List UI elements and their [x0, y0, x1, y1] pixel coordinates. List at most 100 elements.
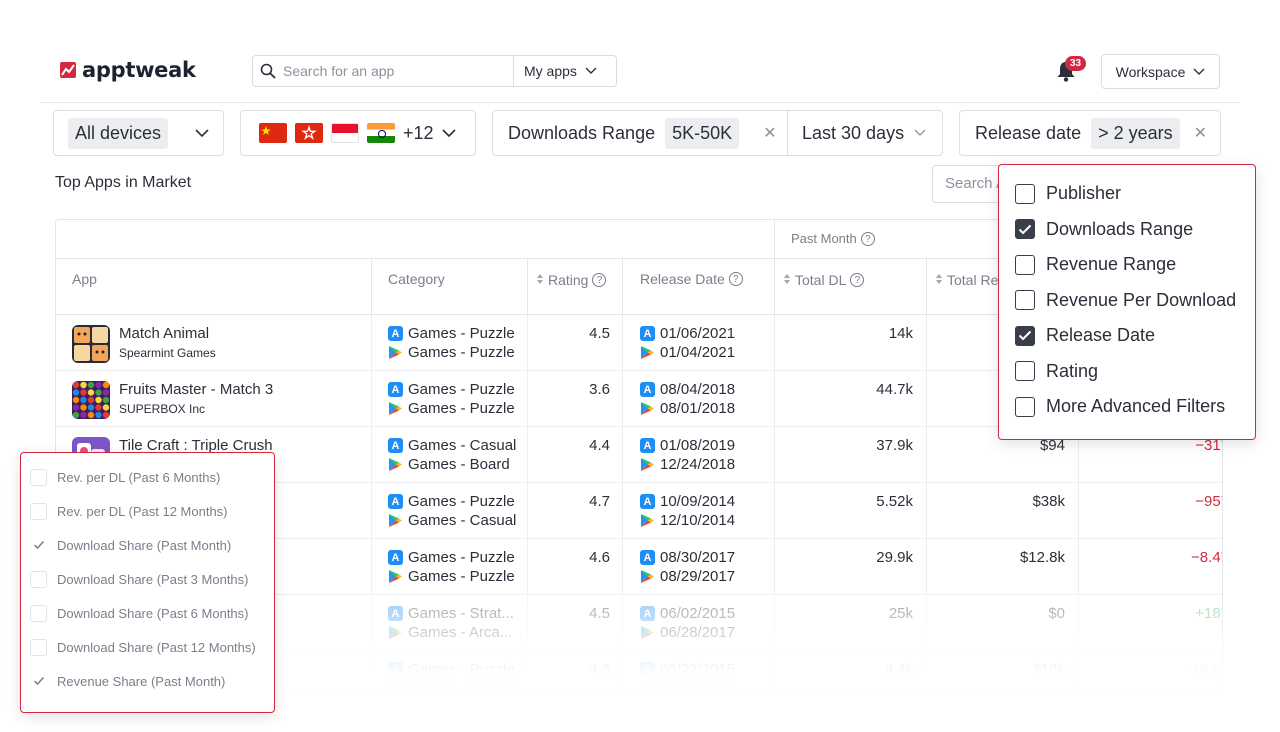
- col-header-app[interactable]: App: [72, 259, 362, 315]
- downloads-range-label: Downloads Range: [508, 122, 656, 143]
- play-category: Games - Puzzle: [388, 568, 515, 585]
- column-option[interactable]: Download Share (Past 6 Months): [21, 596, 274, 630]
- filter-option[interactable]: Publisher: [999, 176, 1255, 212]
- filter-option-label: Release Date: [1046, 325, 1156, 346]
- filter-option[interactable]: Downloads Range: [999, 212, 1255, 248]
- app-name[interactable]: Fruits Master - Match 3: [119, 381, 273, 398]
- help-icon[interactable]: ?: [592, 273, 607, 287]
- app-store-icon: A: [640, 494, 655, 509]
- logo-chart-icon: [60, 62, 76, 78]
- filter-option[interactable]: Release Date: [999, 318, 1255, 354]
- apptweak-logo[interactable]: apptweak: [60, 58, 196, 82]
- checkmark-icon[interactable]: [30, 673, 47, 690]
- release-date-cell: A 08/04/2018 08/01/2018: [622, 371, 774, 427]
- checkbox-icon[interactable]: [30, 638, 47, 656]
- help-icon[interactable]: ?: [860, 232, 875, 246]
- filter-option-label: Downloads Range: [1046, 218, 1194, 239]
- col-header-total-dl[interactable]: Total DL ?: [774, 259, 926, 315]
- column-option[interactable]: Rev. per DL (Past 12 Months): [21, 494, 274, 528]
- col-header-release-date[interactable]: Release Date ?: [622, 259, 774, 315]
- sort-icon: [536, 272, 544, 288]
- play-release-text: 08/29/2017: [660, 568, 736, 585]
- checkbox-icon[interactable]: [30, 570, 47, 588]
- app-name[interactable]: Match Animal: [119, 325, 209, 342]
- category-cell: A Games - Casual Games - Board: [371, 427, 527, 483]
- total-dl-value: 25k: [888, 605, 913, 622]
- workspace-dropdown[interactable]: Workspace: [1101, 54, 1220, 89]
- checkbox-icon[interactable]: [1015, 183, 1035, 204]
- google-play-icon: [641, 626, 654, 639]
- column-option-label: Rev. per DL (Past 12 Months): [57, 503, 228, 519]
- checkbox-icon[interactable]: [1015, 361, 1035, 382]
- app-publisher: Spearmint Games: [119, 346, 216, 360]
- play-category: Games - Puzzle: [388, 680, 515, 688]
- play-category: Games - Arca...: [388, 624, 512, 641]
- total-dl-value: 44.7k: [876, 381, 913, 398]
- col-header-total-rev-label: Total Rev: [947, 272, 1006, 288]
- total-dl-cell: 9.4k: [774, 651, 926, 688]
- column-option[interactable]: Download Share (Past 3 Months): [21, 562, 274, 596]
- clear-downloads-range-icon[interactable]: ✕: [763, 123, 776, 143]
- filter-option[interactable]: Revenue Range: [999, 247, 1255, 283]
- checkbox-icon[interactable]: [1015, 254, 1035, 275]
- rating-value: 4.4: [589, 437, 610, 454]
- filter-option[interactable]: More Advanced Filters: [999, 389, 1255, 425]
- device-filter[interactable]: All devices: [53, 110, 224, 156]
- ios-category-text: Games - Puzzle: [408, 325, 515, 342]
- app-store-icon: A: [388, 550, 403, 565]
- total-dl-value: 29.9k: [876, 549, 913, 566]
- column-group-divider: [774, 220, 775, 259]
- col-header-total-dl-label: Total DL: [795, 272, 847, 288]
- col-header-rating[interactable]: Rating ?: [527, 259, 622, 315]
- country-filter[interactable]: +12: [240, 110, 476, 156]
- search-icon: [253, 63, 283, 79]
- ios-category-text: Games - Puzzle: [408, 549, 515, 566]
- help-icon[interactable]: ?: [728, 272, 743, 286]
- column-option[interactable]: Download Share (Past 12 Months): [21, 630, 274, 664]
- column-selector-menu: Rev. per DL (Past 6 Months) Rev. per DL (…: [20, 452, 275, 713]
- filter-option[interactable]: Revenue Per Download: [999, 283, 1255, 319]
- play-release-text: 06/28/2017: [660, 624, 736, 641]
- total-rev-cell: $38k: [926, 483, 1078, 539]
- play-release: 12/10/2014: [640, 512, 735, 529]
- google-play-icon: [641, 402, 654, 415]
- checkbox-icon[interactable]: [30, 502, 47, 520]
- period-dropdown[interactable]: Last 30 days: [788, 123, 926, 144]
- checkbox-icon[interactable]: [30, 468, 47, 486]
- search-input[interactable]: [283, 63, 513, 79]
- checkmark-icon[interactable]: [30, 537, 47, 554]
- help-icon[interactable]: ?: [850, 273, 865, 287]
- rating-value: 4.7: [589, 493, 610, 510]
- release-date-filter[interactable]: Release date > 2 years ✕: [959, 110, 1221, 156]
- app-store-icon: A: [640, 438, 655, 453]
- search-scope-dropdown[interactable]: My apps: [514, 63, 607, 79]
- play-release: 01/04/2021: [640, 344, 735, 361]
- chevron-down-icon: [914, 129, 926, 136]
- filter-option[interactable]: Rating: [999, 354, 1255, 390]
- add-filter-menu: Publisher Downloads Range Revenue Range Rev…: [998, 164, 1256, 440]
- play-release: 08/01/2018: [640, 400, 735, 417]
- chevron-down-icon: [441, 128, 456, 137]
- column-option[interactable]: Rev. per DL (Past 6 Months): [21, 460, 274, 494]
- play-release-text: 01/04/2021: [660, 344, 736, 361]
- growth-value: +9.8’: [1191, 661, 1223, 678]
- google-play-icon: [641, 570, 654, 583]
- column-option[interactable]: Download Share (Past Month): [21, 528, 274, 562]
- checkbox-icon[interactable]: [30, 604, 47, 622]
- col-header-category[interactable]: Category: [371, 259, 527, 315]
- downloads-range-control[interactable]: Downloads Range 5K-50K ✕: [493, 117, 787, 149]
- clear-release-date-icon[interactable]: ✕: [1194, 123, 1207, 143]
- growth-cell: −95’: [1078, 483, 1222, 539]
- ios-release: A 08/30/2017: [640, 549, 735, 566]
- category-cell: A Games - Puzzle Games - Puzzle: [371, 651, 527, 688]
- total-dl-value: 37.9k: [876, 437, 913, 454]
- checked-checkbox-icon[interactable]: [1015, 219, 1035, 240]
- rating-cell: 4.3: [527, 651, 622, 688]
- checked-checkbox-icon[interactable]: [1015, 325, 1035, 346]
- checkbox-icon[interactable]: [1015, 290, 1035, 311]
- ios-category: A Games - Puzzle: [388, 549, 515, 566]
- play-category-text: Games - Puzzle: [408, 568, 515, 585]
- checkbox-icon[interactable]: [1015, 396, 1035, 417]
- growth-cell: −8.4’: [1078, 539, 1222, 595]
- column-option[interactable]: Revenue Share (Past Month): [21, 664, 274, 698]
